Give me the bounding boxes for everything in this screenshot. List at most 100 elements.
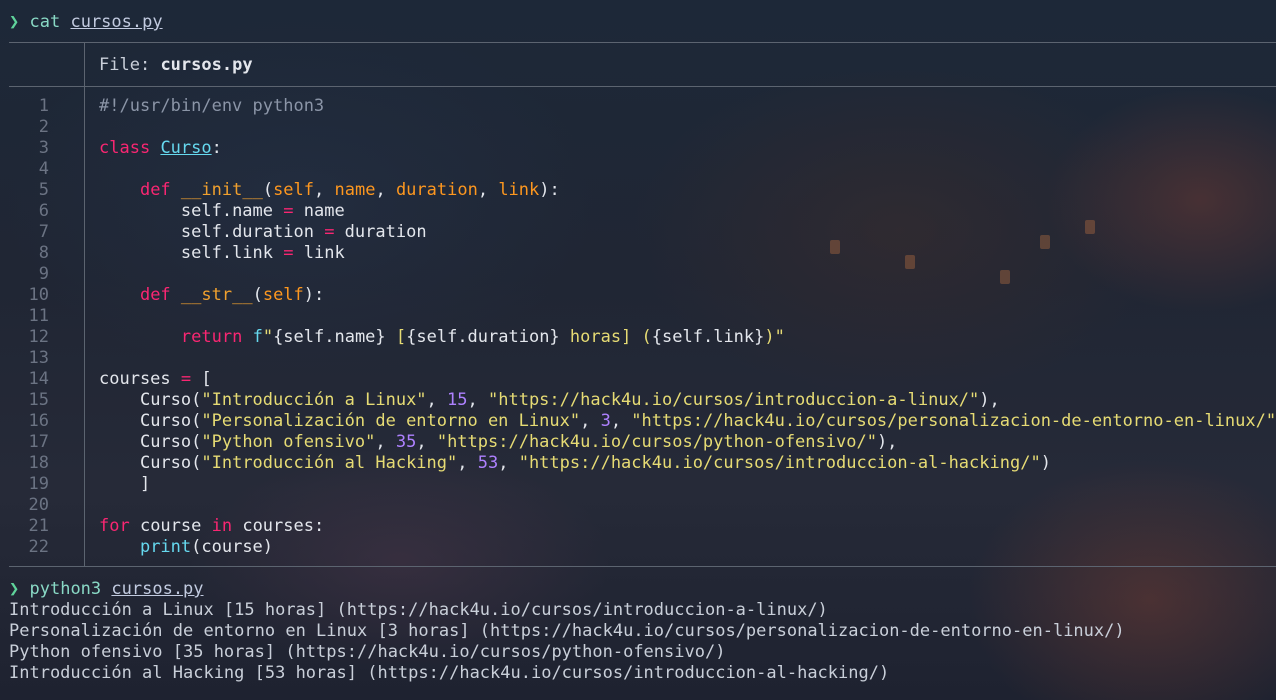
line-number: 1 xyxy=(38,96,49,116)
terminal-window[interactable]: ❯ cat cursos.py File: cursos.py 1 2 3 4 … xyxy=(0,0,1276,700)
line-number: 20 xyxy=(28,495,49,515)
code-token: ] xyxy=(139,474,151,494)
code-token: ): xyxy=(303,285,325,305)
code-token: courses: xyxy=(232,516,325,536)
code-line: print(course) xyxy=(99,537,273,558)
prompt-line-cat: ❯ cat cursos.py xyxy=(9,12,163,33)
string-literal: )" xyxy=(764,327,785,347)
code-token: link xyxy=(293,243,345,263)
code-token: course xyxy=(129,516,212,536)
code-token: Curso( xyxy=(139,390,202,410)
number-literal: 15 xyxy=(447,390,468,410)
code-line: courses = [ xyxy=(99,369,212,390)
fstring-prefix: f xyxy=(252,327,263,347)
code-token: , xyxy=(375,180,396,200)
parameter: link xyxy=(498,180,540,200)
fstring-expression: {self.name} xyxy=(273,327,386,347)
output-line: Personalización de entorno en Linux [3 h… xyxy=(9,621,1125,641)
footer-border xyxy=(9,566,1276,567)
code-gutter-divider xyxy=(84,87,85,566)
keyword: for xyxy=(99,516,130,536)
file-header: File: cursos.py xyxy=(99,55,253,76)
code-token: (course) xyxy=(191,537,274,557)
code-token: ), xyxy=(876,432,898,452)
string-literal: [ xyxy=(385,327,407,347)
code-token: name xyxy=(293,201,345,221)
code-token: : xyxy=(211,138,222,158)
code-token: ) xyxy=(1040,453,1051,473)
code-token: , xyxy=(477,180,499,200)
line-number: 6 xyxy=(38,201,49,221)
prompt-line-python: ❯ python3 cursos.py xyxy=(9,579,204,600)
output-line: Introducción a Linux [15 horas] (https:/… xyxy=(9,600,828,620)
code-token: , xyxy=(610,411,632,431)
function-name: __str__ xyxy=(180,285,253,305)
line-number: 2 xyxy=(38,117,49,137)
output-line: Introducción al Hacking [53 horas] (http… xyxy=(9,663,890,683)
string-literal: " xyxy=(262,327,274,347)
line-number: 5 xyxy=(38,180,49,200)
number-literal: 35 xyxy=(395,432,417,452)
operator: = xyxy=(324,222,335,242)
string-literal: "Introducción a Linux" xyxy=(201,390,427,410)
command-text: cat xyxy=(29,12,61,32)
code-line: self.link = link xyxy=(99,243,345,264)
output-line: Python ofensivo [35 horas] (https://hack… xyxy=(9,642,726,662)
code-token: , xyxy=(580,411,601,431)
code-token: self.name xyxy=(180,201,284,221)
keyword: class xyxy=(99,138,151,158)
line-number: 17 xyxy=(28,432,49,452)
line-number: 4 xyxy=(38,159,49,179)
code-token: courses xyxy=(99,369,181,389)
line-number: 13 xyxy=(28,348,49,368)
string-literal: "https://hack4u.io/cursos/personalizacio… xyxy=(631,411,1276,431)
code-line: Curso("Python ofensivo", 35, "https://ha… xyxy=(99,432,897,453)
code-token: duration xyxy=(334,222,427,242)
prompt-arrow-icon: ❯ xyxy=(9,12,20,32)
fstring-expression: {self.duration} xyxy=(406,327,560,347)
file-name: cursos.py xyxy=(160,55,253,75)
code-line: for course in courses: xyxy=(99,516,324,537)
code-line: def __str__(self): xyxy=(99,285,324,306)
code-token: , xyxy=(467,390,488,410)
line-number: 16 xyxy=(28,411,49,431)
code-token: , xyxy=(416,432,437,452)
code-token: , xyxy=(426,390,448,410)
operator: = xyxy=(283,201,294,221)
code-line: #!/usr/bin/env python3 xyxy=(99,96,324,117)
code-token: ( xyxy=(252,285,263,305)
string-literal: horas] ( xyxy=(559,327,652,347)
command-argument[interactable]: cursos.py xyxy=(111,579,203,599)
string-literal: "https://hack4u.io/cursos/introduccion-a… xyxy=(488,390,980,410)
line-number: 14 xyxy=(28,369,49,389)
class-name: Curso xyxy=(160,138,212,158)
line-number: 8 xyxy=(38,243,49,263)
parameter: self xyxy=(262,285,304,305)
header-bottom-border xyxy=(9,86,1276,87)
code-token: [ xyxy=(191,369,212,389)
line-number: 19 xyxy=(28,474,49,494)
command-argument[interactable]: cursos.py xyxy=(70,12,162,32)
string-literal: "https://hack4u.io/cursos/introduccion-a… xyxy=(518,453,1041,473)
prompt-arrow-icon: ❯ xyxy=(9,579,20,599)
line-number: 3 xyxy=(38,138,49,158)
shebang-comment: #!/usr/bin/env python3 xyxy=(99,96,325,116)
header-gutter-divider xyxy=(84,43,85,86)
keyword: in xyxy=(211,516,233,536)
line-number: 9 xyxy=(38,264,49,284)
code-line: class Curso: xyxy=(99,138,222,159)
line-number: 10 xyxy=(28,285,49,305)
line-number: 15 xyxy=(28,390,49,410)
string-literal: "Python ofensivo" xyxy=(201,432,376,452)
line-number: 12 xyxy=(28,327,49,347)
keyword: def xyxy=(139,285,171,305)
code-line: Curso("Introducción al Hacking", 53, "ht… xyxy=(99,453,1051,474)
code-line: Curso("Personalización de entorno en Lin… xyxy=(99,411,1276,432)
string-literal: "Personalización de entorno en Linux" xyxy=(201,411,581,431)
code-line: def __init__(self, name, duration, link)… xyxy=(99,180,560,201)
code-line: self.duration = duration xyxy=(99,222,427,243)
code-token: , xyxy=(314,180,335,200)
code-token: self.link xyxy=(180,243,284,263)
keyword: def xyxy=(139,180,171,200)
line-number: 11 xyxy=(28,306,49,326)
